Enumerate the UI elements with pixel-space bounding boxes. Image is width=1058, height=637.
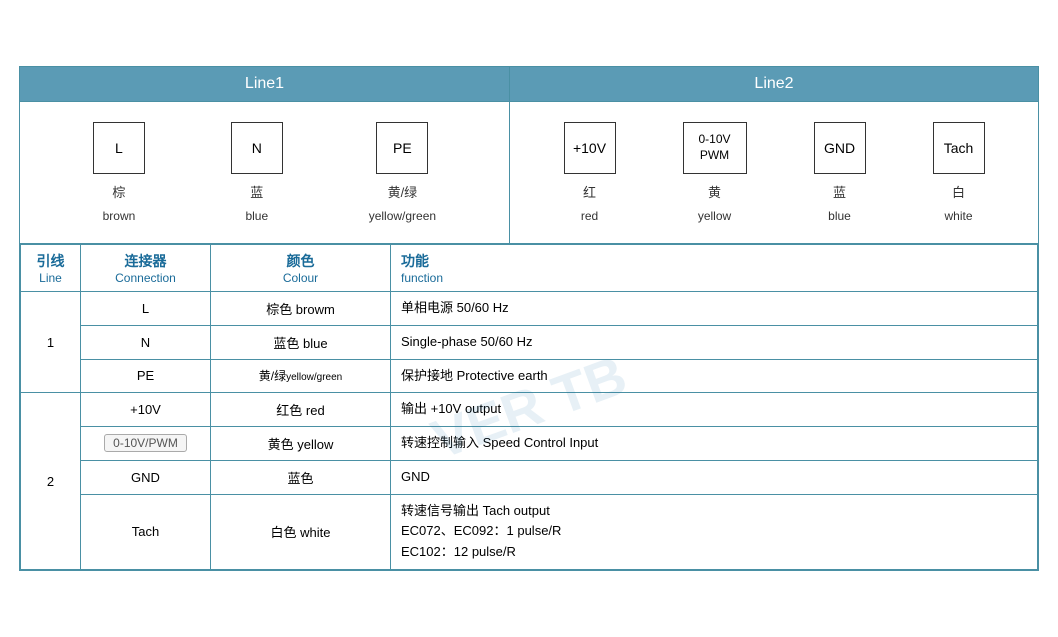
td-func-tach: 转速信号输出 Tach output EC072、EC092：1 pulse/R… xyxy=(391,494,1038,569)
header-line1: Line1 xyxy=(20,67,510,101)
connector-Tach-en: white xyxy=(944,209,972,223)
connector-box-Tach: Tach xyxy=(933,122,985,174)
table-row: N 蓝色 blue Single-phase 50/60 Hz xyxy=(21,325,1038,359)
connector-L: L 棕 brown xyxy=(93,122,145,223)
connector-PE: PE 黄/绿 yellow/green xyxy=(369,122,436,223)
td-func-N: Single-phase 50/60 Hz xyxy=(391,325,1038,359)
connector-Tach: Tach 白 white xyxy=(933,122,985,223)
td-color-yellow: 黄色 yellow xyxy=(211,427,391,461)
td-conn-gnd: GND xyxy=(81,460,211,494)
td-conn-PE: PE xyxy=(81,359,211,393)
td-func-10V: 输出 +10V output xyxy=(391,393,1038,427)
table-header-row: 引线 Line 连接器 Connection 颜色 Colour 功能 func… xyxy=(21,244,1038,291)
table-row: GND 蓝色 GND xyxy=(21,460,1038,494)
td-conn-N: N xyxy=(81,325,211,359)
connector-PE-zh: 黄/绿 xyxy=(388,182,418,201)
table-row: Tach 白色 white 转速信号输出 Tach output EC072、E… xyxy=(21,494,1038,569)
td-color-yellow-green: 黄/绿yellow/green xyxy=(211,359,391,393)
connector-10V-zh: 红 xyxy=(583,182,596,201)
diagram-row: L 棕 brown N 蓝 blue PE 黄/绿 yellow/green +… xyxy=(20,102,1038,244)
connector-box-L: L xyxy=(93,122,145,174)
td-func-gnd: GND xyxy=(391,460,1038,494)
th-func-en: function xyxy=(401,271,1027,285)
connector-PWM: 0-10VPWM 黄 yellow xyxy=(683,122,747,223)
th-function: 功能 function xyxy=(391,244,1038,291)
wiring-table: 引线 Line 连接器 Connection 颜色 Colour 功能 func… xyxy=(20,244,1038,570)
connector-PWM-zh: 黄 xyxy=(708,182,721,201)
td-line1: 1 xyxy=(21,291,81,392)
line2-diagram: +10V 红 red 0-10VPWM 黄 yellow GND 蓝 blue … xyxy=(510,102,1038,243)
th-connection: 连接器 Connection xyxy=(81,244,211,291)
tach-func-line3: EC102：12 pulse/R xyxy=(401,544,516,559)
pwm-badge: 0-10V/PWM xyxy=(104,434,187,452)
td-conn-pwm: 0-10V/PWM xyxy=(81,427,211,461)
connector-PE-en: yellow/green xyxy=(369,209,436,223)
td-line2: 2 xyxy=(21,393,81,570)
td-color-brown: 棕色 browm xyxy=(211,291,391,325)
table-row: 0-10V/PWM 黄色 yellow 转速控制输入 Speed Control… xyxy=(21,427,1038,461)
connector-GND: GND 蓝 blue xyxy=(814,122,866,223)
table-row: 1 L 棕色 browm 单相电源 50/60 Hz xyxy=(21,291,1038,325)
connector-box-GND: GND xyxy=(814,122,866,174)
connector-box-PWM: 0-10VPWM xyxy=(683,122,747,174)
th-line-zh: 引线 xyxy=(31,251,70,271)
connector-L-en: brown xyxy=(103,209,136,223)
connector-box-10V: +10V xyxy=(564,122,616,174)
connector-GND-en: blue xyxy=(828,209,851,223)
th-line-en: Line xyxy=(31,271,70,285)
th-color-en: Colour xyxy=(221,271,380,285)
td-color-blue1: 蓝色 blue xyxy=(211,325,391,359)
connector-10V-en: red xyxy=(581,209,598,223)
table-row: 2 +10V 红色 red 输出 +10V output xyxy=(21,393,1038,427)
header-row: Line1 Line2 xyxy=(20,67,1038,102)
td-func-pwm: 转速控制输入 Speed Control Input xyxy=(391,427,1038,461)
connector-box-N: N xyxy=(231,122,283,174)
td-conn-tach: Tach xyxy=(81,494,211,569)
table-row: PE 黄/绿yellow/green 保护接地 Protective earth xyxy=(21,359,1038,393)
tach-func-line1: 转速信号输出 Tach output xyxy=(401,503,550,518)
table-wrapper: 引线 Line 连接器 Connection 颜色 Colour 功能 func… xyxy=(20,244,1038,570)
th-colour: 颜色 Colour xyxy=(211,244,391,291)
connector-N-en: blue xyxy=(245,209,268,223)
td-color-red: 红色 red xyxy=(211,393,391,427)
th-line: 引线 Line xyxy=(21,244,81,291)
td-conn-L: L xyxy=(81,291,211,325)
th-conn-zh: 连接器 xyxy=(91,251,200,271)
connector-Tach-zh: 白 xyxy=(952,182,965,201)
th-color-zh: 颜色 xyxy=(221,251,380,271)
line1-diagram: L 棕 brown N 蓝 blue PE 黄/绿 yellow/green xyxy=(20,102,510,243)
td-conn-10V: +10V xyxy=(81,393,211,427)
header-line2: Line2 xyxy=(510,67,1038,101)
connector-box-PE: PE xyxy=(376,122,428,174)
td-color-white: 白色 white xyxy=(211,494,391,569)
th-conn-en: Connection xyxy=(91,271,200,285)
td-func-PE: 保护接地 Protective earth xyxy=(391,359,1038,393)
td-color-blue2: 蓝色 xyxy=(211,460,391,494)
connector-L-zh: 棕 xyxy=(112,182,125,201)
tach-func-line2: EC072、EC092：1 pulse/R xyxy=(401,523,561,538)
connector-N-zh: 蓝 xyxy=(250,182,263,201)
connector-10V: +10V 红 red xyxy=(564,122,616,223)
connector-PWM-en: yellow xyxy=(698,209,731,223)
main-container: Line1 Line2 L 棕 brown N 蓝 blue PE 黄/绿 ye… xyxy=(19,66,1039,571)
connector-N: N 蓝 blue xyxy=(231,122,283,223)
th-func-zh: 功能 xyxy=(401,251,1027,271)
connector-GND-zh: 蓝 xyxy=(833,182,846,201)
td-func-L: 单相电源 50/60 Hz xyxy=(391,291,1038,325)
